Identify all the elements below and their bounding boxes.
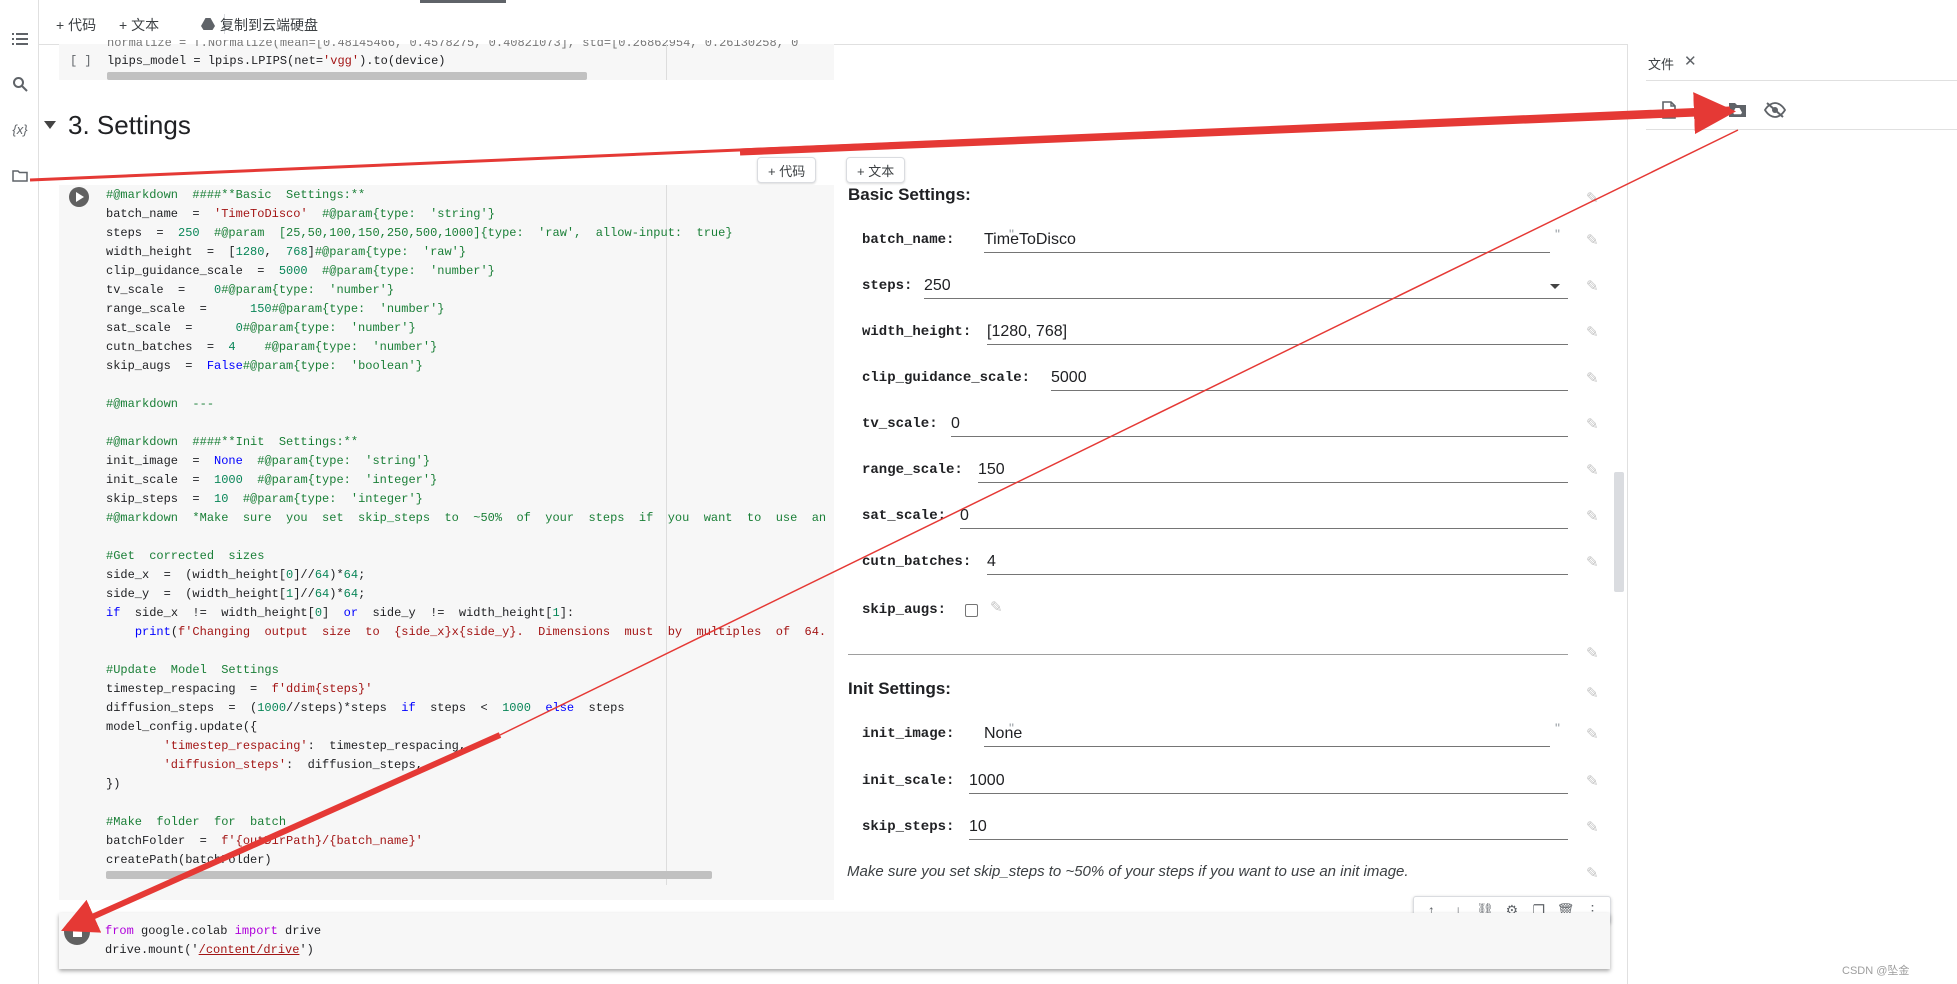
steps-label: steps: <box>862 278 913 294</box>
folder-icon[interactable] <box>10 165 30 185</box>
init-scale-row: init_scale: 1000 <box>862 767 1572 797</box>
tv-scale-input[interactable]: 0 <box>951 412 1568 437</box>
clip-guidance-scale-row: clip_guidance_scale: 5000 <box>862 364 1572 394</box>
left-rail: {x} <box>0 0 39 984</box>
top-tab-indicator <box>420 0 506 3</box>
tv-scale-row: tv_scale: 0 <box>862 410 1572 440</box>
range-scale-row: range_scale: 150 <box>862 456 1572 486</box>
settings-code: #@markdown ####**Basic Settings:** batch… <box>106 188 828 867</box>
sat-scale-label: sat_scale: <box>862 508 947 524</box>
prev-cell-divider <box>666 44 667 80</box>
init-scale-label: init_scale: <box>862 773 955 789</box>
pencil-icon[interactable]: ✎ <box>1586 371 1602 387</box>
stop-icon <box>72 927 82 937</box>
pencil-icon[interactable]: ✎ <box>1586 325 1602 341</box>
pencil-icon[interactable]: ✎ <box>1586 646 1602 662</box>
pencil-icon[interactable]: ✎ <box>1586 279 1602 295</box>
insert-text-button[interactable]: + 文本 <box>846 157 906 183</box>
notebook-scrollbar[interactable] <box>1614 472 1624 592</box>
copy-to-drive-button[interactable]: 复制到云端硬盘 <box>201 15 318 35</box>
search-icon[interactable] <box>10 74 30 94</box>
files-toolbar-divider <box>1646 129 1957 130</box>
pencil-icon[interactable]: ✎ <box>1586 509 1602 525</box>
init-settings-heading: Init Settings: <box>848 679 951 698</box>
mount-drive-icon[interactable] <box>1728 102 1747 123</box>
pencil-icon[interactable]: ✎ <box>1586 555 1602 571</box>
cutn-batches-row: cutn_batches: 4 <box>862 548 1572 578</box>
init-image-label: init_image: <box>862 726 955 742</box>
pencil-icon[interactable]: ✎ <box>1586 727 1602 743</box>
pencil-icon[interactable]: ✎ <box>990 600 1006 616</box>
add-code-button[interactable]: + 代码 <box>56 15 96 35</box>
clip-guidance-scale-label: clip_guidance_scale: <box>862 370 1031 386</box>
skip-augs-row: skip_augs: ✎ <box>862 596 1062 626</box>
copy-to-drive-label: 复制到云端硬盘 <box>220 17 318 33</box>
pencil-icon[interactable]: ✎ <box>1586 233 1602 249</box>
files-tab[interactable]: 文件 <box>1648 54 1674 73</box>
drive-cell-line1: from google.colab import drive <box>105 924 322 938</box>
run-icon <box>76 192 84 202</box>
width-height-input[interactable]: [1280, 768] <box>987 320 1568 345</box>
section-collapse-toggle[interactable] <box>44 121 56 129</box>
run-cell-button[interactable] <box>69 187 89 207</box>
pencil-icon[interactable]: ✎ <box>1586 417 1602 433</box>
pencil-icon[interactable]: ✎ <box>1586 866 1602 882</box>
prev-cell-line2: lpips_model = lpips.LPIPS(net='vgg').to(… <box>107 54 446 68</box>
skip-steps-row: skip_steps: 10 <box>862 813 1572 843</box>
width-height-row: width_height: [1280, 768] <box>862 318 1572 348</box>
stop-cell-button[interactable] <box>64 919 90 945</box>
pencil-icon[interactable]: ✎ <box>1586 686 1602 702</box>
pencil-icon[interactable]: ✎ <box>1586 463 1602 479</box>
sat-scale-row: sat_scale: 0 <box>862 502 1572 532</box>
cutn-batches-label: cutn_batches: <box>862 554 972 570</box>
toc-icon[interactable] <box>10 29 30 49</box>
skip-augs-checkbox[interactable] <box>965 604 978 617</box>
form-divider <box>848 654 1568 655</box>
skip-steps-input[interactable]: 10 <box>969 815 1568 840</box>
cutn-batches-input[interactable]: 4 <box>987 550 1568 575</box>
steps-row: steps: 250 <box>862 272 1572 302</box>
basic-settings-heading: Basic Settings: <box>848 185 971 204</box>
pencil-icon[interactable]: ✎ <box>1586 191 1602 207</box>
files-panel-divider <box>1646 80 1957 81</box>
new-file-icon[interactable] <box>1662 101 1676 124</box>
skip-augs-label: skip_augs: <box>862 602 947 618</box>
pencil-icon[interactable]: ✎ <box>1586 820 1602 836</box>
range-scale-label: range_scale: <box>862 462 963 478</box>
watermark: CSDN @坠金 <box>1842 965 1910 977</box>
notebook-toolbar: + 代码 + 文本 复制到云端硬盘 <box>39 0 1957 45</box>
clip-guidance-scale-input[interactable]: 5000 <box>1051 366 1568 391</box>
init-scale-input[interactable]: 1000 <box>969 769 1568 794</box>
drive-cell-line2: drive.mount('/content/drive') <box>105 943 314 957</box>
steps-select[interactable]: 250 <box>924 274 1568 299</box>
init-note: Make sure you set skip_steps to ~50% of … <box>847 863 1409 880</box>
insert-code-button[interactable]: + 代码 <box>757 157 817 183</box>
width-height-label: width_height: <box>862 324 972 340</box>
code-cell-scrollbar[interactable] <box>106 871 712 879</box>
range-scale-input[interactable]: 150 <box>978 458 1568 483</box>
chevron-down-icon[interactable] <box>1550 284 1560 289</box>
batch-name-row: batch_name: " TimeToDisco " <box>862 226 1562 256</box>
files-panel: 文件 ✕ <box>1627 44 1957 984</box>
drive-path-link[interactable]: /content/drive <box>199 943 300 957</box>
section-title: 3. Settings <box>68 110 191 140</box>
prev-cell-scrollbar[interactable] <box>107 72 587 80</box>
batch-name-input[interactable]: TimeToDisco <box>984 228 1550 253</box>
pencil-icon[interactable]: ✎ <box>1586 774 1602 790</box>
annotation-arrow-fat <box>739 92 1736 156</box>
variables-icon[interactable]: {x} <box>10 119 30 139</box>
tv-scale-label: tv_scale: <box>862 416 938 432</box>
init-image-row: init_image: " None " <box>862 720 1562 750</box>
hidden-files-icon[interactable] <box>1763 101 1787 124</box>
cell-execution-bracket: [ ] <box>70 54 92 68</box>
add-text-button[interactable]: + 文本 <box>119 15 159 35</box>
batch-name-label: batch_name: <box>862 232 955 248</box>
skip-steps-label: skip_steps: <box>862 819 955 835</box>
close-icon[interactable]: ✕ <box>1684 52 1697 70</box>
init-image-input[interactable]: None <box>984 722 1550 747</box>
upload-icon[interactable] <box>1694 101 1710 124</box>
sat-scale-input[interactable]: 0 <box>960 504 1568 529</box>
drive-icon <box>201 17 215 33</box>
